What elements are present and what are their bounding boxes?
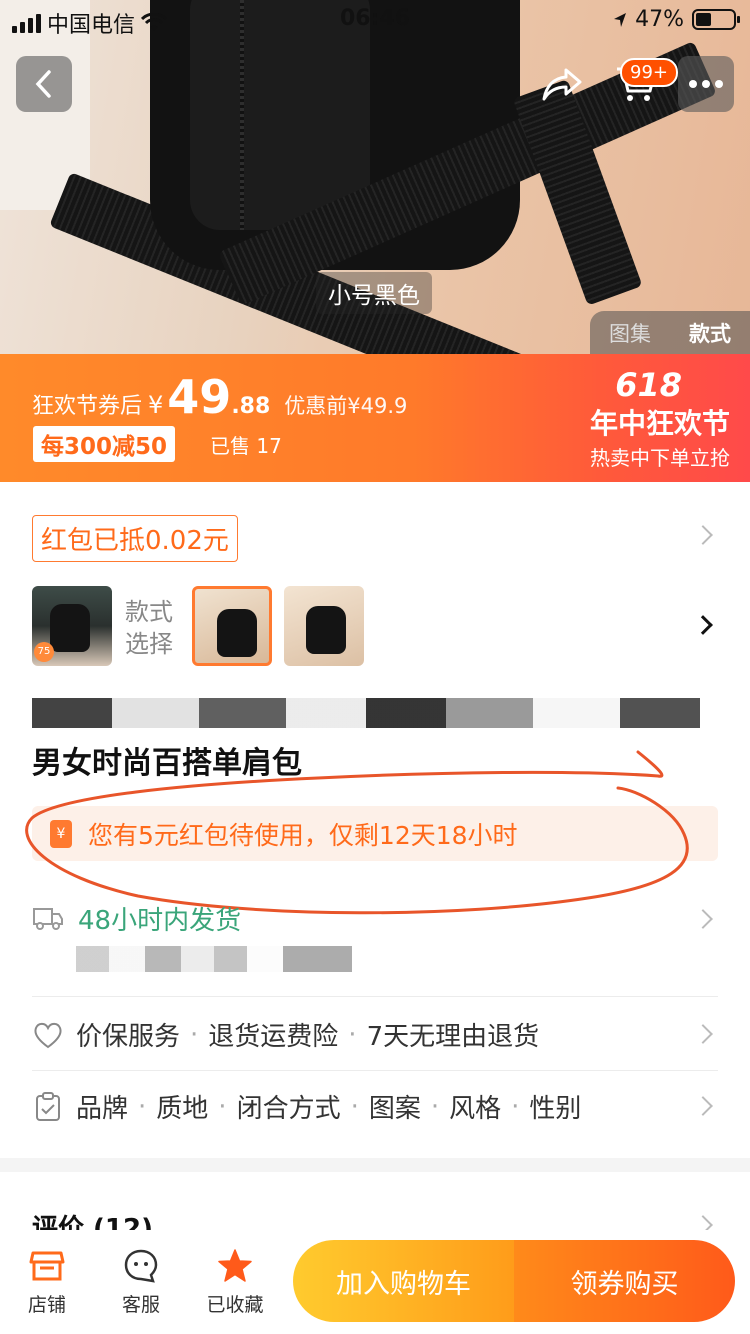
shop-icon: [29, 1251, 65, 1281]
more-button[interactable]: [678, 56, 734, 112]
style-thumb-selected[interactable]: [192, 586, 272, 666]
chevron-right-icon[interactable]: [693, 909, 713, 929]
share-button[interactable]: [534, 56, 590, 112]
festival-number: 618: [615, 366, 682, 404]
favorite-label: 已收藏: [206, 1294, 264, 1316]
price-decimal: .88: [231, 394, 271, 419]
heart-icon: [32, 1019, 64, 1051]
cart-count-badge: 99+: [620, 58, 678, 87]
service-item: 价保服务: [76, 1022, 181, 1052]
red-packet-icon: ¥: [50, 819, 72, 848]
currency-symbol: ¥: [148, 391, 164, 419]
blurred-address: [76, 946, 352, 972]
services-row[interactable]: 价保服务 · 退货运费险 · 7天无理由退货: [32, 1016, 539, 1053]
clock: 06:46: [340, 6, 411, 31]
customer-service-tab[interactable]: 客服: [101, 1246, 181, 1317]
battery-icon: [692, 9, 740, 30]
festival-name: 年中狂欢节: [589, 407, 730, 440]
image-caption: 小号黑色: [316, 272, 432, 314]
service-item: 退货运费险: [208, 1022, 339, 1052]
bottom-action-bar: 店铺 客服 已收藏 加入购物车 领券购买: [0, 1230, 750, 1334]
tab-styles[interactable]: 款式: [689, 318, 731, 348]
attribute-item: 质地: [156, 1094, 209, 1124]
sold-count: 已售 17: [210, 434, 282, 458]
attribute-item: 性别: [529, 1094, 582, 1124]
attribute-item: 风格: [449, 1094, 502, 1124]
price-integer: 49: [167, 370, 232, 424]
coupon-reminder-text: 您有5元红包待使用，仅剩12天18小时: [88, 820, 518, 850]
carrier-name: 中国电信: [47, 13, 136, 38]
style-thumb[interactable]: [284, 586, 364, 666]
location-icon: [614, 12, 627, 27]
attribute-item: 闭合方式: [236, 1094, 341, 1124]
chevron-right-icon[interactable]: [693, 1096, 713, 1116]
truck-icon: [33, 908, 63, 930]
blurred-text: [32, 698, 700, 728]
divider: [32, 1070, 718, 1071]
shop-tab[interactable]: 店铺: [7, 1246, 87, 1317]
service-item: 7天无理由退货: [366, 1022, 540, 1052]
service-label: 客服: [121, 1294, 160, 1316]
chat-face-icon: [124, 1249, 158, 1283]
share-icon: [542, 68, 582, 101]
star-icon: [218, 1249, 252, 1282]
red-packet-tag[interactable]: 红包已抵0.02元: [32, 515, 238, 562]
clipboard-icon: [32, 1091, 64, 1123]
wifi-icon: [141, 13, 168, 31]
discount-tag: 每300减50: [33, 426, 176, 462]
style-thumb[interactable]: 75: [32, 586, 112, 666]
status-bar: 中国电信 06:46 47%: [0, 0, 750, 40]
thumb-badge: 75: [34, 642, 54, 662]
attribute-item: 品牌: [76, 1094, 129, 1124]
festival-subtitle: 热卖中下单立抢: [590, 446, 730, 470]
promo-price-bar: 狂欢节券后 ¥ 49 .88 优惠前¥49.9 每300减50 已售 17 61…: [0, 354, 750, 482]
back-button[interactable]: [16, 56, 72, 112]
chevron-right-icon[interactable]: [693, 615, 713, 635]
chevron-left-icon: [35, 70, 51, 98]
cta-group: 加入购物车 领券购买: [293, 1240, 735, 1322]
signal-icon: [12, 13, 41, 33]
original-price: 优惠前¥49.9: [284, 394, 408, 418]
shop-label: 店铺: [27, 1294, 66, 1316]
style-select-label: 款式选择: [125, 598, 173, 658]
chevron-right-icon[interactable]: [693, 1024, 713, 1044]
section-gap: [0, 1158, 750, 1172]
battery-percent: 47%: [635, 7, 684, 32]
more-icon: [689, 80, 723, 88]
attribute-item: 图案: [368, 1094, 421, 1124]
chevron-right-icon[interactable]: [693, 525, 713, 545]
shipping-text[interactable]: 48小时内发货: [78, 900, 241, 937]
coupon-reminder[interactable]: ¥ 您有5元红包待使用，仅剩12天18小时: [32, 806, 718, 861]
attributes-row[interactable]: 品牌 · 质地 · 闭合方式 · 图案 · 风格 · 性别: [32, 1088, 581, 1125]
add-to-cart-button[interactable]: 加入购物车: [293, 1240, 514, 1322]
favorite-tab[interactable]: 已收藏: [195, 1246, 275, 1317]
product-title: 男女时尚百搭单肩包: [32, 746, 302, 781]
price-label: 狂欢节券后: [32, 394, 143, 419]
divider: [32, 996, 718, 997]
product-image[interactable]: 小号黑色 图集 款式: [0, 0, 750, 354]
buy-with-coupon-button[interactable]: 领券购买: [514, 1240, 735, 1322]
tab-gallery[interactable]: 图集: [609, 318, 651, 348]
gallery-tabs: 图集 款式: [590, 311, 750, 354]
